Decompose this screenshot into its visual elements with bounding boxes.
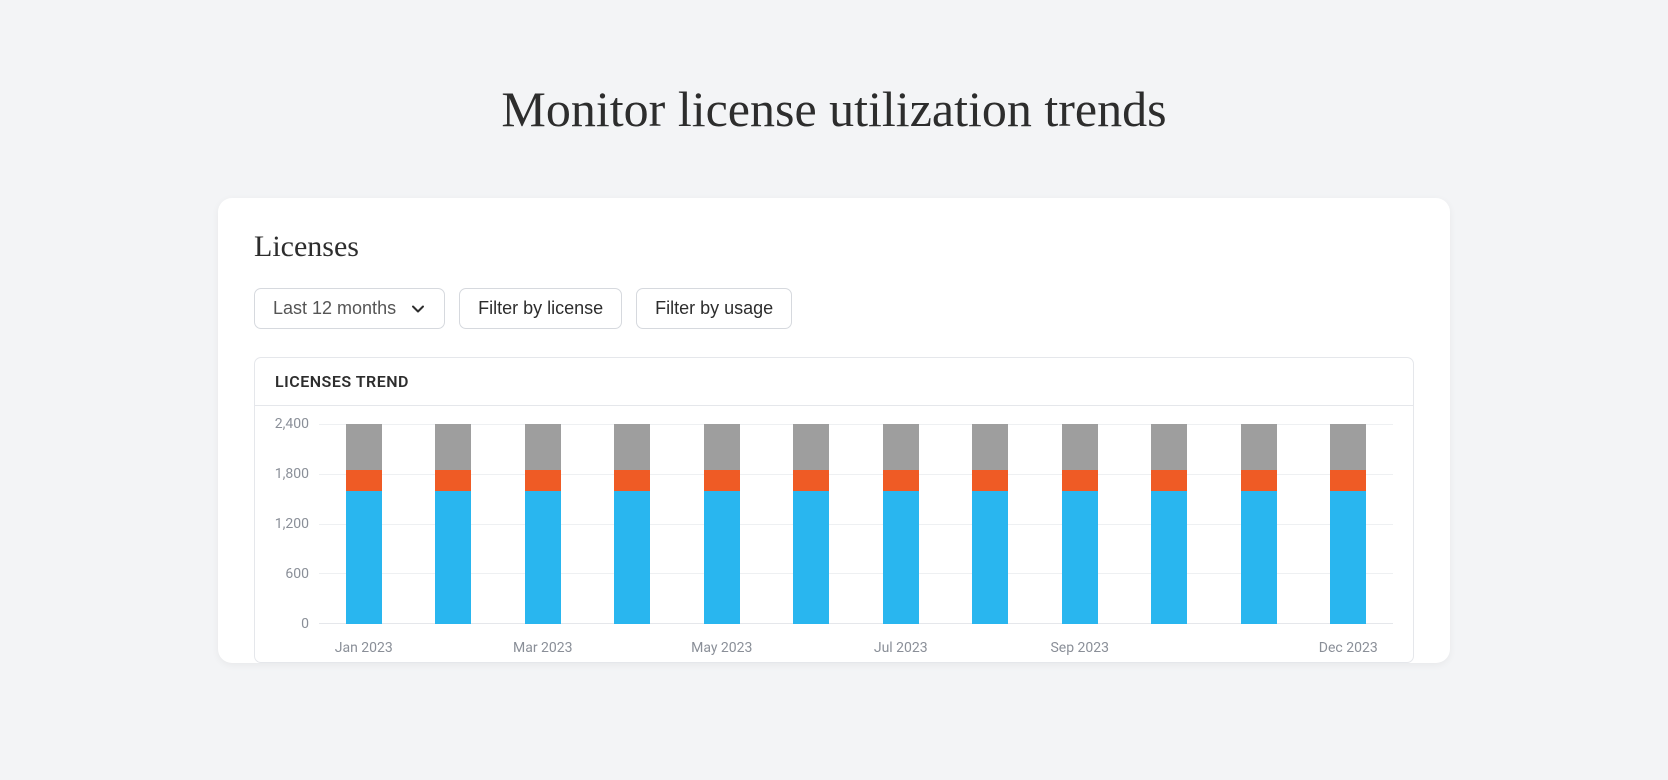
bar-segment xyxy=(704,491,740,624)
bar-segment xyxy=(1062,424,1098,470)
bar-column xyxy=(704,424,740,624)
bar-column xyxy=(1151,424,1187,624)
bar-segment xyxy=(346,424,382,470)
bar-segment xyxy=(1241,424,1277,470)
bar-segment xyxy=(1062,470,1098,491)
time-range-label: Last 12 months xyxy=(273,298,396,319)
filter-license-label: Filter by license xyxy=(478,298,603,319)
filter-by-license-button[interactable]: Filter by license xyxy=(459,288,622,329)
licenses-card: Licenses Last 12 months Filter by licens… xyxy=(218,198,1450,663)
bar-segment xyxy=(883,470,919,491)
bar-segment xyxy=(704,470,740,491)
chart-body: 2,4001,8001,2006000 Jan 2023Mar 2023May … xyxy=(255,406,1413,662)
chevron-down-icon xyxy=(410,301,426,317)
bar-segment xyxy=(346,470,382,491)
chart-title: LICENSES TREND xyxy=(255,358,1413,406)
bar-segment xyxy=(525,491,561,624)
bar-segment xyxy=(1151,470,1187,491)
bar-segment xyxy=(614,491,650,624)
bar-segment xyxy=(614,424,650,470)
bar-segment xyxy=(1151,424,1187,470)
bar-segment xyxy=(972,424,1008,470)
x-axis: Jan 2023Mar 2023May 2023Jul 2023Sep 2023… xyxy=(319,640,1393,662)
bar-segment xyxy=(793,470,829,491)
bar-segment xyxy=(704,424,740,470)
bar-column xyxy=(1241,424,1277,624)
bar-segment xyxy=(1241,491,1277,624)
bar-segment xyxy=(1241,470,1277,491)
filter-by-usage-button[interactable]: Filter by usage xyxy=(636,288,792,329)
page-container: Monitor license utilization trends Licen… xyxy=(0,0,1668,780)
bar-column xyxy=(614,424,650,624)
bar-column xyxy=(525,424,561,624)
bar-column xyxy=(883,424,919,624)
bar-segment xyxy=(883,491,919,624)
bar-segment xyxy=(435,470,471,491)
plot-area xyxy=(319,424,1393,624)
bar-segment xyxy=(972,491,1008,624)
filter-bar: Last 12 months Filter by license Filter … xyxy=(254,288,1414,329)
bar-segment xyxy=(1062,491,1098,624)
bar-segment xyxy=(435,424,471,470)
bar-column xyxy=(1330,424,1366,624)
bar-segment xyxy=(1330,491,1366,624)
bar-segment xyxy=(1151,491,1187,624)
bar-column xyxy=(435,424,471,624)
bar-segment xyxy=(1330,470,1366,491)
bar-segment xyxy=(793,424,829,470)
bar-segment xyxy=(1330,424,1366,470)
bars-container xyxy=(319,424,1393,624)
card-title: Licenses xyxy=(254,230,1414,264)
time-range-dropdown[interactable]: Last 12 months xyxy=(254,288,445,329)
bar-segment xyxy=(972,470,1008,491)
bar-segment xyxy=(793,491,829,624)
bar-segment xyxy=(883,424,919,470)
bar-column xyxy=(346,424,382,624)
bar-segment xyxy=(525,470,561,491)
bar-column xyxy=(972,424,1008,624)
page-title: Monitor license utilization trends xyxy=(501,80,1166,138)
y-axis: 2,4001,8001,2006000 xyxy=(255,424,319,624)
bar-column xyxy=(1062,424,1098,624)
chart-panel: LICENSES TREND 2,4001,8001,2006000 Jan 2… xyxy=(254,357,1414,663)
bar-segment xyxy=(614,470,650,491)
filter-usage-label: Filter by usage xyxy=(655,298,773,319)
bar-column xyxy=(793,424,829,624)
plot-wrap: Jan 2023Mar 2023May 2023Jul 2023Sep 2023… xyxy=(319,424,1393,662)
bar-segment xyxy=(525,424,561,470)
bar-segment xyxy=(435,491,471,624)
bar-segment xyxy=(346,491,382,624)
